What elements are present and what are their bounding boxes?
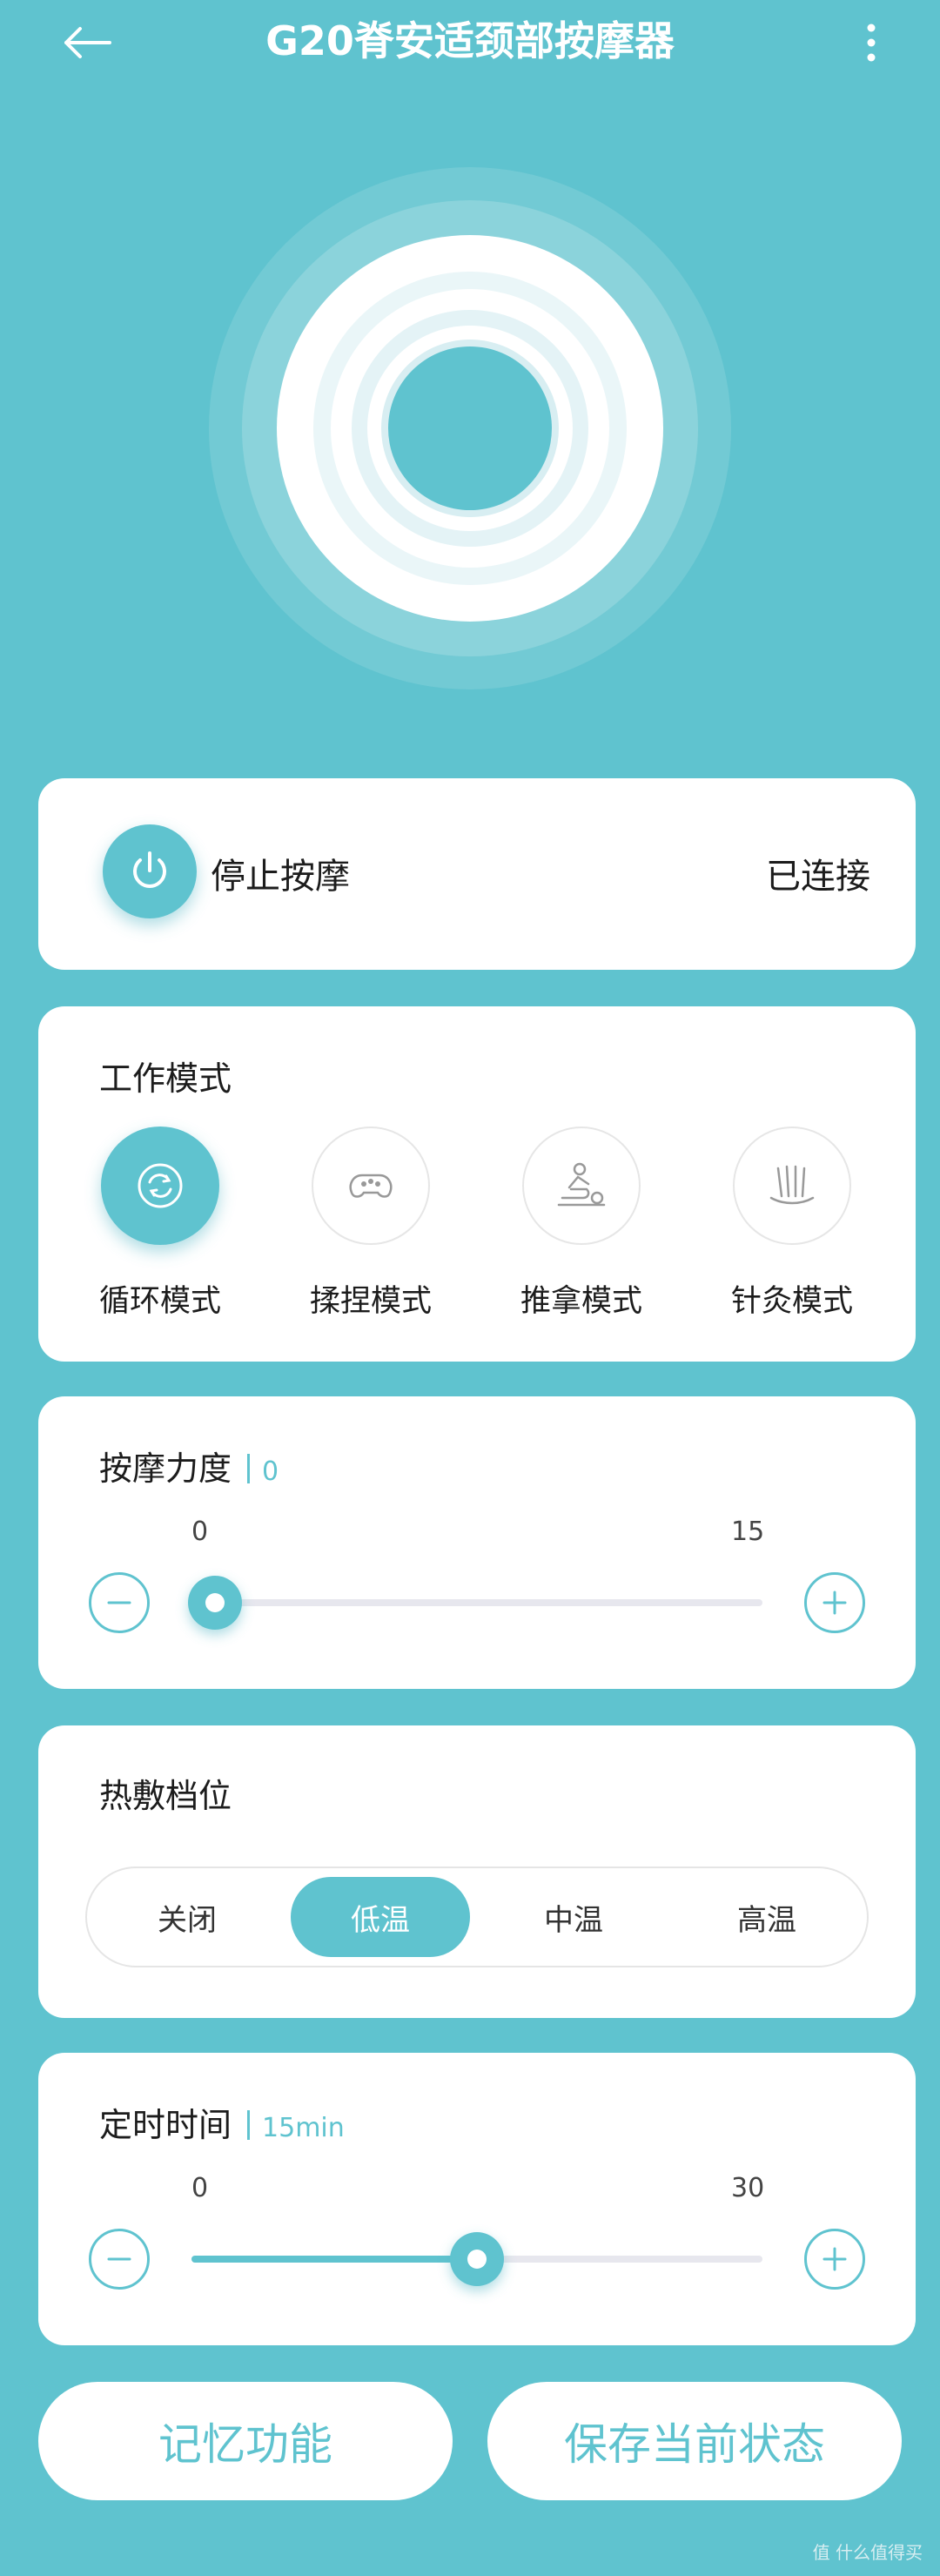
page-title: G20脊安适颈部按摩器: [265, 17, 675, 64]
power-card: 停止按摩 已连接: [38, 778, 916, 970]
mode-massage[interactable]: 推拿模式: [494, 1127, 668, 1344]
mode-cycle-button[interactable]: [101, 1127, 219, 1245]
mode-acupuncture-label: 针灸模式: [730, 1284, 853, 1319]
timer-fill: [191, 2256, 477, 2263]
intensity-track[interactable]: [191, 1599, 762, 1606]
timer-min-label: 0: [191, 2173, 209, 2203]
timer-title-row: 定时时间 15min: [99, 2098, 345, 2146]
mode-knead-button[interactable]: [312, 1127, 430, 1245]
timer-decrease-button[interactable]: [89, 2229, 150, 2290]
massage-icon: [557, 1162, 606, 1207]
timer-value: 15min: [262, 2113, 345, 2143]
memory-function-button[interactable]: 记忆功能: [38, 2382, 453, 2500]
work-mode-title: 工作模式: [99, 1059, 232, 1098]
intensity-min-label: 0: [191, 1517, 209, 1547]
heat-title: 热敷档位: [99, 1777, 232, 1815]
acupuncture-icon: [769, 1165, 815, 1205]
heat-option-medium[interactable]: 中温: [484, 1877, 663, 1957]
minus-icon: [107, 1601, 131, 1604]
timer-increase-button[interactable]: [804, 2229, 865, 2290]
heat-option-low[interactable]: 低温: [291, 1877, 470, 1957]
mode-cycle[interactable]: 循环模式: [73, 1127, 247, 1344]
more-options-button[interactable]: [849, 12, 893, 73]
intensity-card: 按摩力度 0 0 15: [38, 1396, 916, 1689]
plus-icon: [822, 1591, 847, 1615]
power-button[interactable]: [103, 824, 197, 918]
timer-max-label: 30: [731, 2173, 765, 2203]
minus-icon: [107, 2257, 131, 2261]
intensity-title: 按摩力度: [99, 1449, 232, 1488]
intensity-value: 0: [262, 1456, 279, 1487]
cycle-icon: [138, 1163, 183, 1208]
device-status-visual: [207, 165, 733, 691]
mode-knead[interactable]: 揉捏模式: [284, 1127, 458, 1344]
plus-icon: [822, 2247, 847, 2271]
intensity-increase-button[interactable]: [804, 1572, 865, 1633]
more-vertical-icon: [867, 24, 876, 62]
intensity-decrease-button[interactable]: [89, 1572, 150, 1633]
heat-level-card: 热敷档位 关闭 低温 中温 高温: [38, 1725, 916, 2018]
knead-icon: [349, 1174, 393, 1198]
timer-slider-thumb[interactable]: [450, 2232, 504, 2286]
mode-knead-label: 揉捏模式: [309, 1284, 432, 1319]
mode-cycle-label: 循环模式: [98, 1284, 221, 1319]
timer-title: 定时时间: [99, 2106, 232, 2144]
intensity-slider-thumb[interactable]: [188, 1576, 242, 1630]
heat-option-off[interactable]: 关闭: [97, 1877, 277, 1957]
heat-option-high[interactable]: 高温: [677, 1877, 856, 1957]
intensity-title-row: 按摩力度 0: [99, 1442, 279, 1490]
connection-status: 已连接: [766, 857, 870, 897]
work-mode-card: 工作模式 循环模式 揉捏模式 推拿模式 针灸模式: [38, 1006, 916, 1362]
timer-card: 定时时间 15min 0 30: [38, 2053, 916, 2345]
intensity-max-label: 15: [731, 1517, 765, 1547]
mode-acupuncture[interactable]: 针灸模式: [705, 1127, 879, 1344]
power-icon: [133, 851, 166, 888]
mode-massage-label: 推拿模式: [520, 1284, 642, 1319]
heat-segmented-control: 关闭 低温 中温 高温: [85, 1866, 869, 1967]
watermark: 值 什么值得买: [812, 2542, 923, 2563]
mode-massage-button[interactable]: [522, 1127, 641, 1245]
header-bar: G20脊安适颈部按摩器: [0, 0, 940, 84]
stop-massage-label: 停止按摩: [211, 857, 350, 897]
mode-acupuncture-button[interactable]: [733, 1127, 851, 1245]
save-current-state-button[interactable]: 保存当前状态: [487, 2382, 902, 2500]
